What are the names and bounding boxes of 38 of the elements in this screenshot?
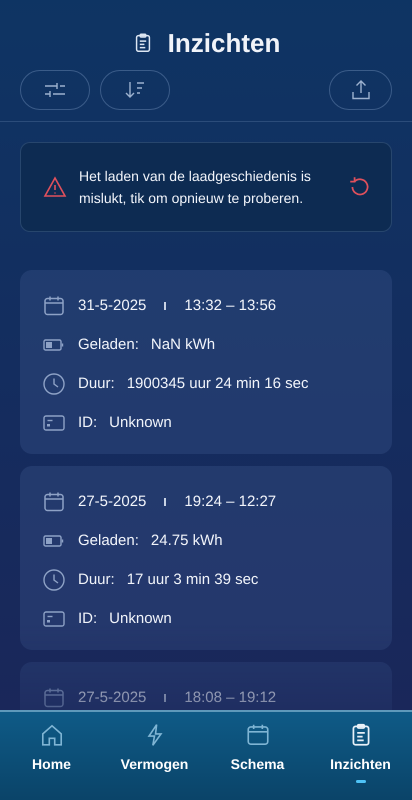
session-card[interactable]: 27-5-2025 18:08 – 19:12 bbox=[20, 662, 392, 710]
charged-label: Geladen: bbox=[78, 336, 139, 353]
clock-icon bbox=[42, 372, 66, 396]
session-card[interactable]: 27-5-2025 19:24 – 12:27 Geladen: 24.75 kWh Duur: 17 uur 3 min 39 sec ID: Unknown bbox=[20, 466, 392, 650]
duration-label: Duur: bbox=[78, 571, 115, 588]
error-banner[interactable]: Het laden van de laadgeschiedenis is mislukt, tik om opnieuw te proberen. bbox=[20, 142, 392, 232]
session-date: 27-5-2025 bbox=[78, 493, 146, 510]
session-date: 31-5-2025 bbox=[78, 297, 146, 314]
id-label: ID: bbox=[78, 610, 98, 627]
error-message: Het laden van de laadgeschiedenis is mislukt, tik om opnieuw te proberen. bbox=[79, 167, 312, 208]
nav-tab[interactable]: Inzichten bbox=[309, 712, 412, 800]
clock-icon bbox=[42, 568, 66, 592]
nav-tab[interactable]: Vermogen bbox=[103, 712, 206, 800]
session-time: 18:08 – 19:12 bbox=[184, 689, 276, 706]
session-time: 19:24 – 12:27 bbox=[184, 493, 276, 510]
session-time: 13:32 – 13:56 bbox=[184, 297, 276, 314]
sort-button[interactable] bbox=[100, 70, 170, 110]
nav-tab[interactable]: Schema bbox=[206, 712, 309, 800]
charged-value: NaN kWh bbox=[150, 336, 216, 353]
export-button[interactable] bbox=[329, 70, 392, 110]
warning-icon bbox=[43, 175, 67, 199]
calendar-icon bbox=[42, 686, 66, 710]
duration-value: 1900345 uur 24 min 16 sec bbox=[126, 375, 308, 392]
filter-button[interactable] bbox=[20, 70, 90, 110]
duration-label: Duur: bbox=[78, 375, 115, 392]
id-value: Unknown bbox=[109, 610, 172, 627]
calendar-icon bbox=[42, 490, 66, 514]
charged-label: Geladen: bbox=[78, 532, 139, 549]
id-label: ID: bbox=[78, 414, 98, 431]
calendar-icon bbox=[244, 722, 270, 748]
session-card[interactable]: 31-5-2025 13:32 – 13:56 Geladen: NaN kWh Duur: 1900345 uur 24 min 16 sec ID: Unknown bbox=[20, 270, 392, 454]
charged-value: 24.75 kWh bbox=[150, 532, 223, 549]
duration-value: 17 uur 3 min 39 sec bbox=[126, 571, 258, 588]
nav-tab[interactable]: Home bbox=[0, 712, 103, 800]
id-value: Unknown bbox=[109, 414, 172, 431]
session-date: 27-5-2025 bbox=[78, 689, 146, 706]
calendar-icon bbox=[42, 294, 66, 318]
page-title: Inzichten bbox=[168, 28, 280, 58]
